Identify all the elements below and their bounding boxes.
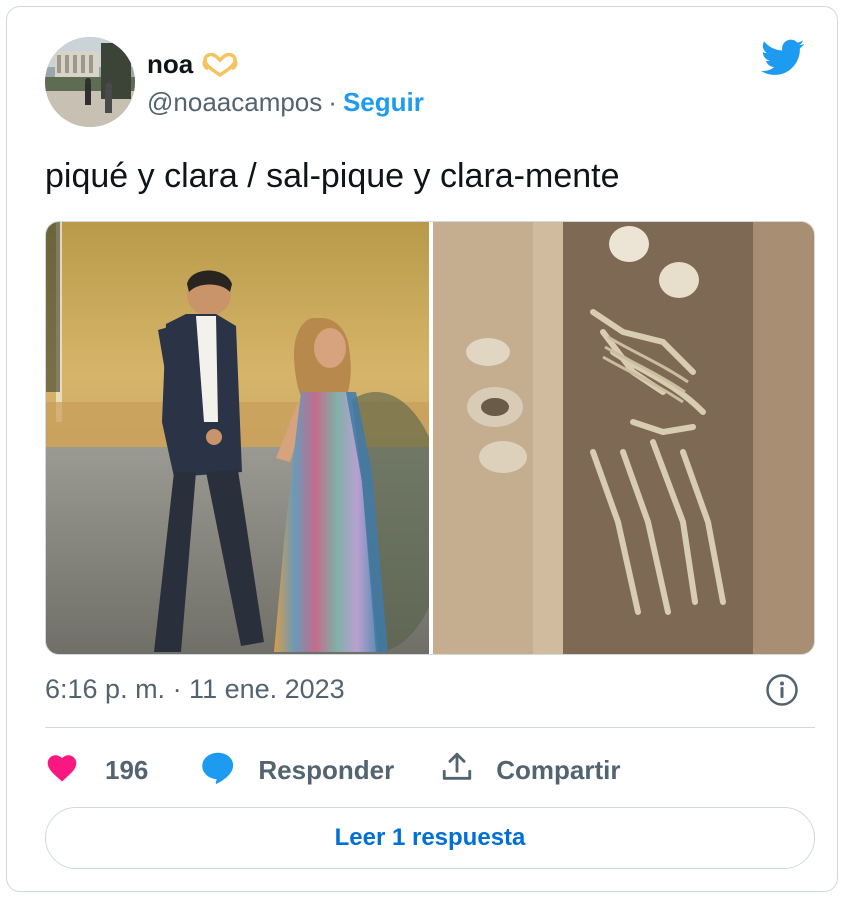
reply-bubble-icon: [200, 750, 236, 791]
tweet-timestamp[interactable]: 6:16 p. m. · 11 ene. 2023: [45, 674, 345, 705]
like-button[interactable]: 196: [45, 752, 148, 789]
photo-embracing-skeletons[interactable]: [433, 222, 814, 654]
like-count: 196: [105, 754, 149, 785]
share-button[interactable]: Compartir: [440, 750, 620, 791]
photo-couple-walking[interactable]: [46, 222, 429, 654]
info-icon[interactable]: [765, 673, 799, 707]
avatar-image: [45, 37, 135, 127]
reply-button[interactable]: Responder: [200, 750, 394, 791]
divider: [45, 727, 815, 728]
tweet-text: piqué y clara / sal-pique y clara-mente: [45, 157, 620, 195]
read-replies-button[interactable]: Leer 1 respuesta: [45, 807, 815, 869]
tweet-media[interactable]: [45, 221, 815, 655]
share-icon: [440, 750, 474, 791]
separator-dot: ·: [328, 87, 337, 117]
action-bar: 196 Responder Compartir: [45, 745, 620, 795]
share-label: Compartir: [496, 754, 621, 785]
handle-row: @noaacampos · Seguir: [147, 87, 424, 118]
twitter-bird-icon[interactable]: [761, 39, 805, 77]
follow-button[interactable]: Seguir: [343, 87, 424, 118]
avatar[interactable]: [45, 37, 135, 127]
user-handle[interactable]: @noaacampos: [147, 87, 322, 118]
heart-icon: [45, 752, 79, 789]
reply-label: Responder: [258, 754, 395, 785]
tweet-card: noa @noaacampos · Seguir piqué y clara /…: [6, 6, 838, 892]
heart-hands-emoji: [201, 52, 239, 77]
display-name[interactable]: noa: [147, 49, 193, 80]
author-name-row: noa: [147, 49, 239, 80]
